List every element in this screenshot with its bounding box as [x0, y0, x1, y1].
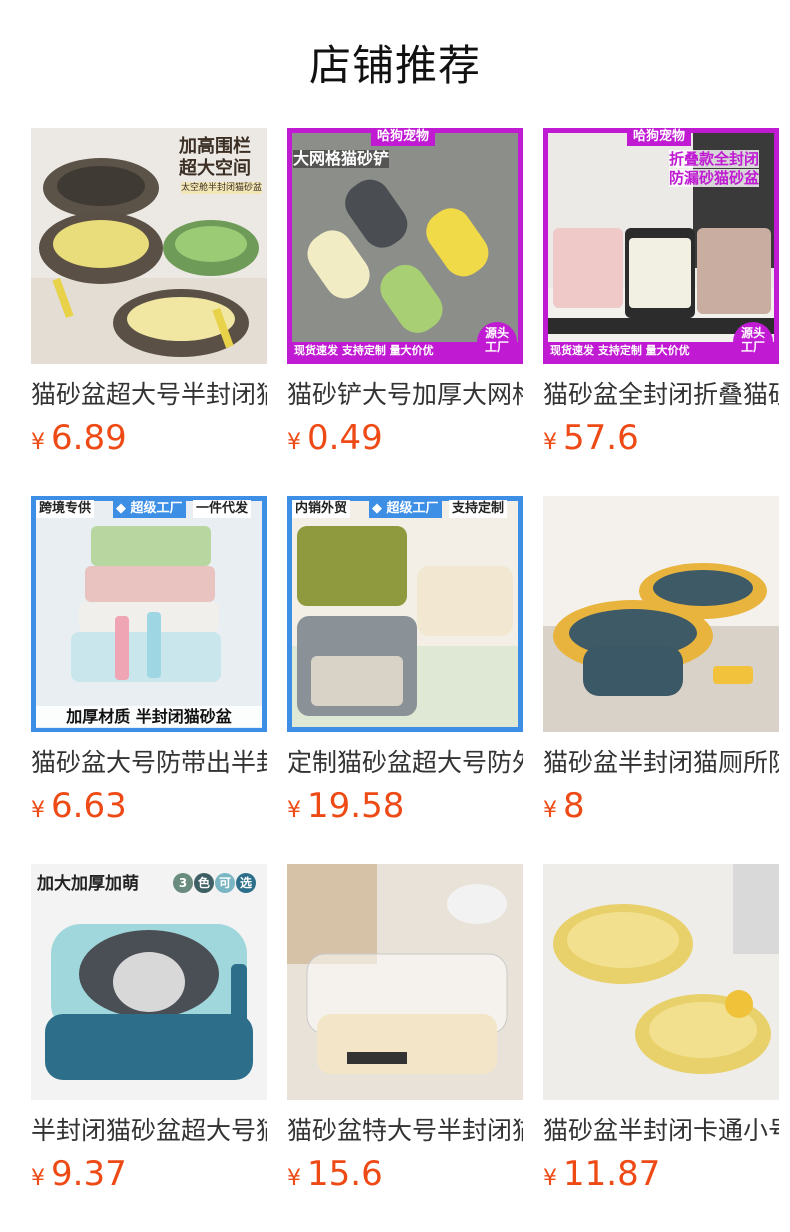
price-value: 0.49 — [307, 418, 383, 458]
image-caption: 跨境专供 — [36, 500, 95, 518]
image-caption: 色 — [194, 873, 214, 893]
product-name[interactable]: 半封闭猫砂盆超大号猫 — [31, 1114, 267, 1148]
image-caption: 工厂 — [484, 340, 509, 354]
image-caption: 哈狗宠物 — [371, 128, 436, 146]
product-price: ¥19.58 — [287, 784, 523, 828]
product-name[interactable]: 猫砂盆半封闭猫厕所防 — [543, 746, 779, 780]
diamond-icon: ◆ — [116, 501, 131, 516]
image-caption: 超大空间 — [179, 158, 251, 179]
product-name[interactable]: 猫砂盆半封闭卡通小号 — [543, 1114, 779, 1148]
image-caption-text: 超级工厂 — [130, 501, 183, 516]
product-price: ¥8 — [543, 784, 779, 828]
product-image[interactable]: 加高围栏 超大空间 太空舱半封闭猫砂盆 — [31, 128, 267, 364]
image-caption: 加高围栏 — [179, 136, 251, 157]
image-caption: ◆ 超级工厂 — [113, 500, 186, 518]
cat-box-image — [31, 864, 267, 1100]
product-price: ¥15.6 — [287, 1152, 523, 1196]
image-caption-text: 超级工厂 — [386, 501, 439, 516]
price-value: 8 — [563, 786, 585, 826]
price-value: 6.63 — [51, 786, 127, 826]
product-image[interactable] — [287, 864, 523, 1100]
product-name[interactable]: 猫砂盆大号防带出半封 — [31, 746, 267, 780]
clear-box-image — [287, 864, 523, 1100]
product-card[interactable]: 加高围栏 超大空间 太空舱半封闭猫砂盆 猫砂盆超大号半封闭猫 ¥6.89 — [31, 128, 267, 460]
product-card[interactable]: 哈狗宠物 大网格猫砂铲 现货速发 支持定制 量大价优 源头 工厂 猫砂铲大号加厚大… — [287, 128, 523, 460]
product-image[interactable]: 哈狗宠物 大网格猫砂铲 现货速发 支持定制 量大价优 源头 工厂 — [287, 128, 523, 364]
product-name[interactable]: 猫砂盆超大号半封闭猫 — [31, 378, 267, 412]
price-value: 9.37 — [51, 1154, 127, 1194]
currency-symbol: ¥ — [287, 798, 301, 823]
product-price: ¥57.6 — [543, 416, 779, 460]
tall-box-image — [287, 496, 523, 732]
image-caption: 大网格猫砂铲 — [293, 149, 390, 168]
price-value: 15.6 — [307, 1154, 383, 1194]
product-card[interactable]: 哈狗宠物 折叠款全封闭 防漏砂猫砂盆 现货速发 支持定制 量大价优 源头 工厂 猫… — [543, 128, 779, 460]
image-caption: 选 — [236, 873, 256, 893]
image-caption: 哈狗宠物 — [627, 128, 692, 146]
image-caption: ◆ 超级工厂 — [369, 500, 442, 518]
price-value: 57.6 — [563, 418, 639, 458]
image-caption: 加大加厚加萌 — [37, 874, 139, 894]
currency-symbol: ¥ — [31, 430, 45, 455]
product-card[interactable]: 内销外贸 ◆ 超级工厂 支持定制 定制猫砂盆超大号防外 ¥19.58 — [287, 496, 523, 828]
product-name[interactable]: 猫砂盆全封闭折叠猫砂 — [543, 378, 779, 412]
product-image[interactable]: 加大加厚加萌 3 色 可 选 — [31, 864, 267, 1100]
stacked-boxes-image — [31, 496, 267, 732]
image-caption: 源头 — [740, 326, 765, 340]
factory-badge: 源头 工厂 — [733, 322, 773, 362]
image-caption: 源头 — [484, 326, 509, 340]
image-caption: 折叠款全封闭 — [669, 150, 760, 168]
price-value: 11.87 — [563, 1154, 661, 1194]
image-caption: 加厚材质 半封闭猫砂盆 — [36, 706, 262, 728]
product-card[interactable]: 猫砂盆半封闭猫厕所防 ¥8 — [543, 496, 779, 828]
image-caption: 可 — [215, 873, 235, 893]
page-title: 店铺推荐 — [308, 41, 481, 90]
image-caption: 一件代发 — [193, 500, 252, 518]
currency-symbol: ¥ — [543, 430, 557, 455]
image-caption: 工厂 — [740, 340, 765, 354]
price-value: 19.58 — [307, 786, 405, 826]
image-caption: 3 — [173, 873, 193, 893]
price-value: 6.89 — [51, 418, 127, 458]
product-name[interactable]: 猫砂铲大号加厚大网格 — [287, 378, 523, 412]
factory-badge: 源头 工厂 — [477, 322, 517, 362]
product-card[interactable]: 加大加厚加萌 3 色 可 选 半封闭猫砂盆超大号猫 ¥9.37 — [31, 864, 267, 1196]
product-image[interactable] — [543, 496, 779, 732]
product-price: ¥6.89 — [31, 416, 267, 460]
image-caption: 内销外贸 — [292, 500, 351, 518]
duck-box-image — [543, 864, 779, 1100]
currency-symbol: ¥ — [287, 1166, 301, 1191]
product-card[interactable]: 猫砂盆半封闭卡通小号 ¥11.87 — [543, 864, 779, 1196]
product-name[interactable]: 定制猫砂盆超大号防外 — [287, 746, 523, 780]
product-image[interactable]: 跨境专供 ◆ 超级工厂 一件代发 加厚材质 半封闭猫砂盆 — [31, 496, 267, 732]
product-image[interactable] — [543, 864, 779, 1100]
product-card[interactable]: 猫砂盆特大号半封闭猫 ¥15.6 — [287, 864, 523, 1196]
currency-symbol: ¥ — [543, 1166, 557, 1191]
product-name[interactable]: 猫砂盆特大号半封闭猫 — [287, 1114, 523, 1148]
yellow-teal-box-image — [543, 496, 779, 732]
diamond-icon: ◆ — [372, 501, 387, 516]
image-caption: 支持定制 — [449, 500, 508, 518]
product-price: ¥6.63 — [31, 784, 267, 828]
currency-symbol: ¥ — [31, 1166, 45, 1191]
product-price: ¥0.49 — [287, 416, 523, 460]
product-price: ¥9.37 — [31, 1152, 267, 1196]
currency-symbol: ¥ — [31, 798, 45, 823]
product-price: ¥11.87 — [543, 1152, 779, 1196]
product-image[interactable]: 内销外贸 ◆ 超级工厂 支持定制 — [287, 496, 523, 732]
currency-symbol: ¥ — [287, 430, 301, 455]
product-image[interactable]: 哈狗宠物 折叠款全封闭 防漏砂猫砂盆 现货速发 支持定制 量大价优 源头 工厂 — [543, 128, 779, 364]
image-caption: 太空舱半封闭猫砂盆 — [181, 182, 263, 194]
image-caption: 防漏砂猫砂盆 — [669, 169, 760, 187]
currency-symbol: ¥ — [543, 798, 557, 823]
product-card[interactable]: 跨境专供 ◆ 超级工厂 一件代发 加厚材质 半封闭猫砂盆 猫砂盆大号防带出半封 … — [31, 496, 267, 828]
